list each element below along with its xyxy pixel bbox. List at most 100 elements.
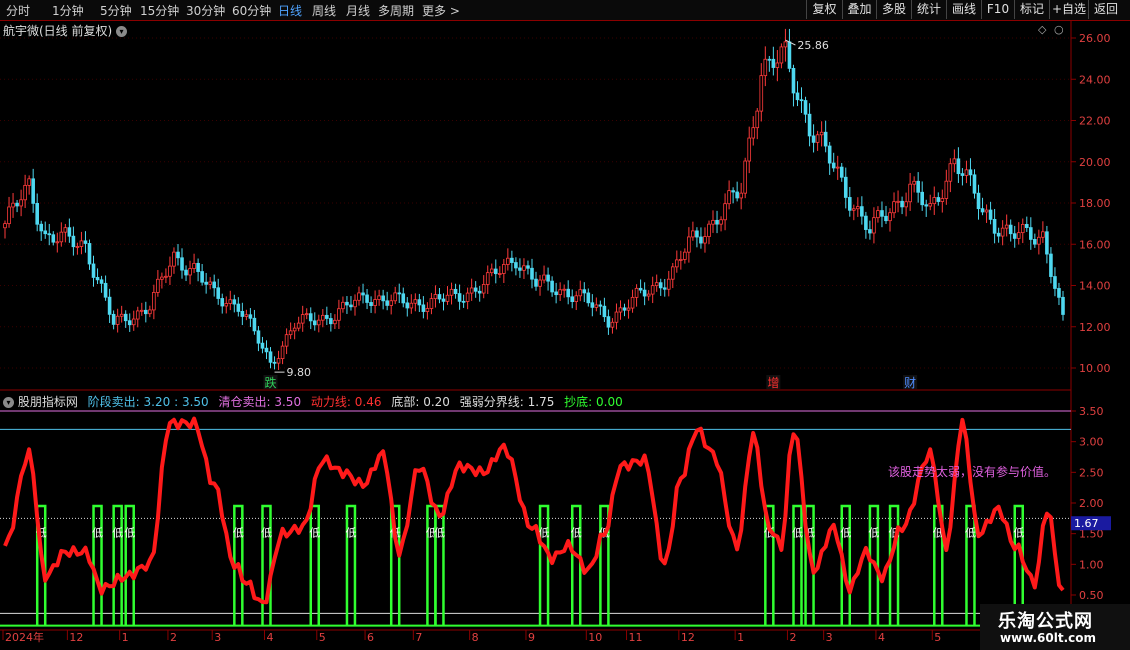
period-tab-5min[interactable]: 5分钟 <box>100 2 132 19</box>
candle-up <box>719 219 723 225</box>
candle-up <box>1000 227 1005 237</box>
candle-up <box>152 292 156 311</box>
candle-down <box>421 304 426 312</box>
bottom-fishing-signal <box>792 504 803 626</box>
indicator-tick-label: 1.00 <box>1079 558 1104 571</box>
candle-up <box>703 236 707 244</box>
candle-down <box>95 277 100 281</box>
candle-up <box>984 209 989 213</box>
candle-down <box>658 282 663 289</box>
candle-up <box>739 192 743 199</box>
candle-up <box>944 180 949 199</box>
candle-up <box>433 294 438 300</box>
price-tick-label: 18.00 <box>1079 197 1111 210</box>
candle-down <box>936 197 941 202</box>
candle-down <box>457 293 462 302</box>
candle-up <box>172 251 176 267</box>
back-button[interactable]: 返回 <box>1088 0 1123 19</box>
candle-up <box>952 158 957 165</box>
candle-up <box>904 201 908 208</box>
candle-down <box>827 145 832 164</box>
statistics-button[interactable]: 统计 <box>911 0 946 19</box>
candle-up <box>618 307 623 313</box>
period-tab-15min[interactable]: 15分钟 <box>140 2 179 19</box>
candle-down <box>493 268 498 275</box>
candle-down <box>264 347 269 353</box>
time-axis-label: 1 <box>737 631 744 644</box>
candle-down <box>71 235 76 248</box>
candle-up <box>876 210 880 219</box>
candle-down <box>900 200 904 208</box>
period-tab-daily[interactable]: 日线 <box>278 2 302 19</box>
candle-down <box>847 197 852 211</box>
candle-up <box>485 272 490 285</box>
candle-up <box>357 292 361 301</box>
candle-down <box>329 318 333 325</box>
candle-down <box>397 292 402 295</box>
low-signal-label: 低 <box>434 527 445 540</box>
candle-down <box>992 218 997 234</box>
bottom-fishing-signal <box>92 504 103 626</box>
period-tab-timeshare[interactable]: 分时 <box>6 2 30 19</box>
candle-up <box>751 127 756 139</box>
indicator-tick-label: 3.00 <box>1079 436 1104 449</box>
candle-up <box>675 259 679 268</box>
time-axis-label: 11 <box>629 631 643 644</box>
candle-up <box>727 190 731 205</box>
candle-up <box>55 241 60 244</box>
candle-up <box>928 203 933 207</box>
f10-button[interactable]: F10 <box>981 0 1014 19</box>
time-axis-label: 5 <box>319 631 326 644</box>
period-tab-30min[interactable]: 30分钟 <box>186 2 225 19</box>
period-tab-more[interactable]: 更多 > <box>422 2 460 19</box>
candle-up <box>711 219 715 225</box>
time-axis-label: 3 <box>214 631 221 644</box>
power-line <box>3 416 1065 605</box>
candle-down <box>256 330 261 344</box>
draw-line-button[interactable]: 画线 <box>946 0 981 19</box>
candle-down <box>43 230 48 235</box>
low-signal-label: 低 <box>124 527 135 540</box>
candle-down <box>200 271 204 283</box>
candle-down <box>349 304 353 308</box>
candle-down <box>216 287 221 299</box>
kline-chart-area[interactable]: 26.0024.0022.0020.0018.0016.0014.0012.00… <box>0 20 1130 650</box>
candle-down <box>795 92 800 101</box>
candle-down <box>83 240 88 244</box>
candle-down <box>787 41 792 69</box>
candle-up <box>743 160 747 194</box>
bottom-fishing-signal <box>538 504 550 626</box>
candle-down <box>642 289 647 297</box>
period-tab-1min[interactable]: 1分钟 <box>52 2 84 19</box>
add-favorite-button[interactable]: +自选 <box>1049 0 1088 19</box>
candle-up <box>63 227 68 233</box>
mark-button[interactable]: 标记 <box>1014 0 1049 19</box>
bottom-fishing-signal <box>309 504 321 626</box>
candle-down <box>453 288 458 294</box>
multi-stock-button[interactable]: 多股 <box>876 0 911 19</box>
candle-up <box>75 246 80 248</box>
candle-up <box>192 262 196 269</box>
candle-up <box>852 208 856 211</box>
period-tab-60min[interactable]: 60分钟 <box>232 2 271 19</box>
candle-up <box>856 206 860 210</box>
candle-up <box>506 257 510 265</box>
period-tab-monthly[interactable]: 月线 <box>346 2 370 19</box>
candle-up <box>321 314 325 321</box>
adjust-button[interactable]: 复权 <box>806 0 842 19</box>
candle-up <box>445 294 450 302</box>
candle-up <box>815 134 820 143</box>
candle-up <box>783 41 788 48</box>
candle-down <box>127 320 132 326</box>
candle-down <box>920 191 924 206</box>
candle-down <box>236 303 241 312</box>
candle-down <box>1061 296 1065 315</box>
candle-down <box>47 233 52 236</box>
overlay-button[interactable]: 叠加 <box>842 0 876 19</box>
period-tab-weekly[interactable]: 周线 <box>312 2 336 19</box>
candle-up <box>912 180 916 185</box>
candle-up <box>1037 236 1041 245</box>
period-tab-multi[interactable]: 多周期 <box>378 2 414 19</box>
candle-down <box>240 311 245 317</box>
candle-up <box>276 358 281 364</box>
